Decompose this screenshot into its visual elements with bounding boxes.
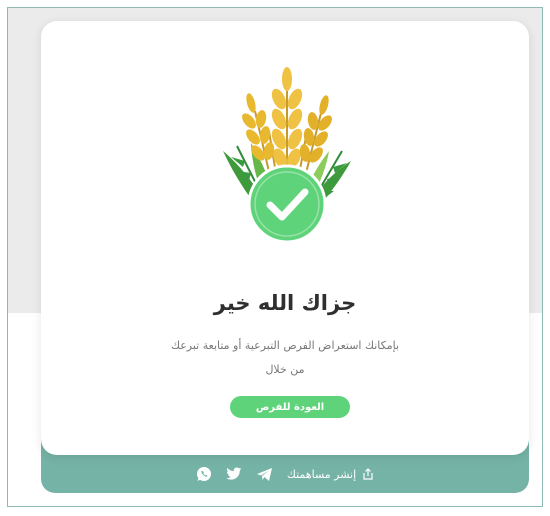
- success-description: بإمكانك استعراض الفرص التبرعية أو متابعة…: [41, 334, 529, 382]
- share-icon: [362, 468, 374, 480]
- wheat-success-illustration: [217, 51, 357, 256]
- description-line-2: من خلال: [265, 363, 305, 376]
- check-circle-icon: [247, 164, 327, 244]
- telegram-icon[interactable]: [256, 467, 273, 482]
- share-contribution-link[interactable]: إنشر مساهمتك: [287, 468, 374, 481]
- success-card: جزاك الله خير بإمكانك استعراض الفرص التب…: [41, 21, 529, 455]
- description-line-1: بإمكانك استعراض الفرص التبرعية أو متابعة…: [170, 339, 400, 352]
- share-row: إنشر مساهمتك: [41, 463, 529, 485]
- share-label: إنشر مساهمتك: [286, 467, 357, 481]
- twitter-icon[interactable]: [226, 467, 242, 481]
- back-to-opportunities-button[interactable]: العودة للفرص: [230, 396, 350, 418]
- page-frame: إنشر مساهمتك جزاك الله خير بإمكانك استعر…: [7, 7, 543, 507]
- whatsapp-icon[interactable]: [196, 466, 212, 482]
- success-title: جزاك الله خير: [213, 291, 357, 315]
